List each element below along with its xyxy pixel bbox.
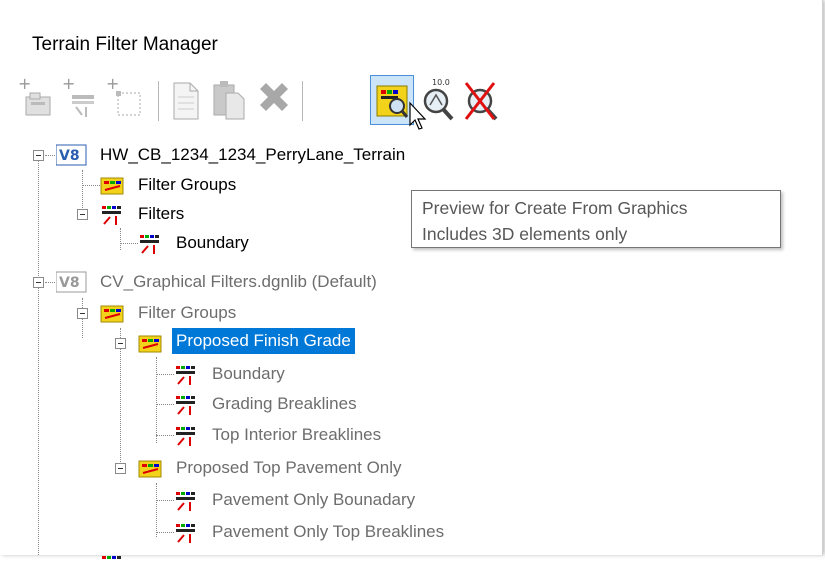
- toolbar-tooltip: Preview for Create From Graphics Include…: [411, 190, 781, 248]
- tree-node-label: Top Interior Breaklines: [212, 425, 382, 444]
- new-filter-group-button[interactable]: +: [18, 75, 62, 125]
- tree-node-label: Filters: [138, 204, 185, 223]
- paste-button[interactable]: [208, 75, 252, 125]
- svg-text:V8: V8: [59, 275, 80, 291]
- tree-node-label: Filter Groups: [138, 303, 237, 322]
- collapse-toggle-icon[interactable]: [33, 277, 44, 288]
- tree-node-label: Boundary: [176, 233, 249, 252]
- tree-node-file[interactable]: V8 HW_CB_1234_1234_PerryLane_Terrain: [0, 140, 600, 170]
- new-selection-button[interactable]: +: [106, 75, 150, 125]
- delete-button[interactable]: [252, 75, 296, 125]
- tooltip-line-1: Preview for Create From Graphics: [422, 198, 688, 218]
- tree-node-filter-groups[interactable]: Filter Groups: [0, 170, 400, 200]
- tree-node-filter[interactable]: Top Interior Breaklines: [0, 420, 400, 450]
- collapse-toggle-icon[interactable]: [33, 150, 44, 161]
- tree-node-filter[interactable]: Boundary: [0, 228, 400, 258]
- tree-node-label: Proposed Finish Grade: [172, 328, 355, 354]
- toolbar-separator: [302, 81, 303, 121]
- filter-icon: [100, 547, 126, 567]
- filter-icon: [138, 233, 164, 265]
- mouse-cursor-icon: [408, 101, 430, 136]
- tree-node-label: HW_CB_1234_1234_PerryLane_Terrain: [100, 145, 406, 164]
- tree-node-filter[interactable]: Grading Breaklines: [0, 389, 400, 419]
- tree-node-filter[interactable]: Pavement Only Bounadary: [0, 485, 450, 515]
- tree-node-filter-group-selected[interactable]: Proposed Finish Grade: [0, 328, 400, 358]
- svg-text:+: +: [18, 75, 31, 93]
- collapse-toggle-icon[interactable]: [115, 338, 126, 349]
- window-title: Terrain Filter Manager: [32, 34, 218, 55]
- svg-text:10.0: 10.0: [432, 78, 450, 87]
- tooltip-line-2: Includes 3D elements only: [422, 224, 628, 244]
- collapse-toggle-icon[interactable]: [77, 209, 88, 220]
- collapse-toggle-icon[interactable]: [115, 463, 126, 474]
- svg-text:V8: V8: [59, 148, 80, 164]
- copy-button[interactable]: [164, 75, 208, 125]
- filter-icon: [174, 522, 200, 554]
- tree-node-label: Filter Groups: [138, 175, 237, 194]
- svg-text:+: +: [106, 75, 119, 93]
- tree-node-library[interactable]: V8 CV_Graphical Filters.dgnlib (Default): [0, 267, 600, 297]
- tree-node-label: Grading Breaklines: [212, 394, 357, 413]
- tree-node-filters[interactable]: Filters: [0, 199, 400, 229]
- toolbar: + + + 10.0: [18, 75, 538, 127]
- collapse-toggle-icon[interactable]: [77, 308, 88, 319]
- new-filter-button[interactable]: +: [62, 75, 106, 125]
- tree-node-filter-group[interactable]: Proposed Top Pavement Only: [0, 453, 450, 483]
- tree-node-label: Boundary: [212, 364, 285, 383]
- tree-node-label: Pavement Only Top Breaklines: [212, 522, 445, 541]
- svg-text:+: +: [62, 75, 75, 93]
- tree-node-filter[interactable]: Pavement Only Top Breaklines: [0, 517, 450, 547]
- tree-node-filter-groups[interactable]: Filter Groups: [0, 298, 400, 328]
- toolbar-separator: [158, 81, 159, 121]
- tree-node-filter[interactable]: Boundary: [0, 359, 400, 389]
- terrain-filter-manager-window: Terrain Filter Manager + + + 10.0 V8 HW_…: [0, 0, 823, 559]
- clear-preview-button[interactable]: [460, 75, 504, 125]
- tree-node-label: CV_Graphical Filters.dgnlib (Default): [100, 272, 377, 291]
- tree-node-label: Proposed Top Pavement Only: [176, 458, 402, 477]
- tree-node-label: Pavement Only Bounadary: [212, 490, 416, 509]
